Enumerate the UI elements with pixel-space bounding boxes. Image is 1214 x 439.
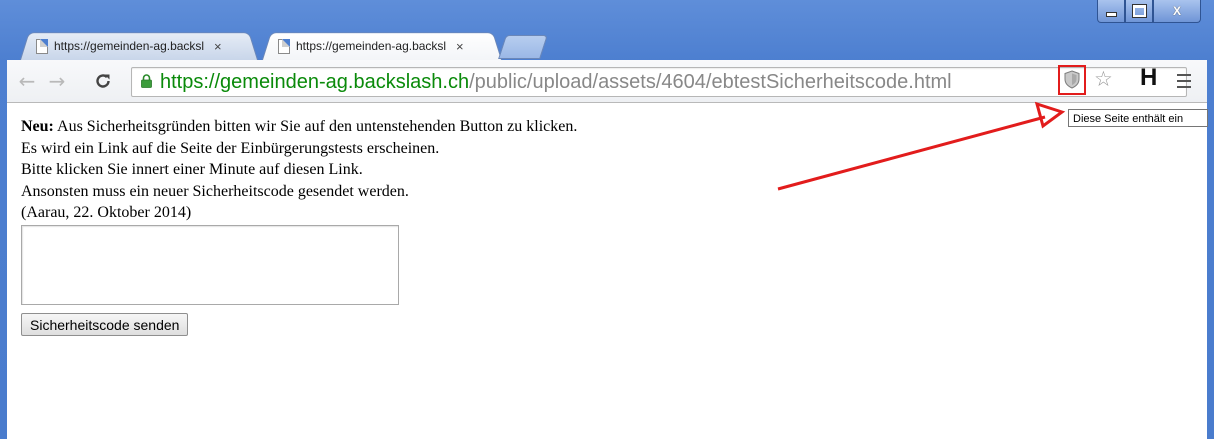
annotation-highlight-box — [1058, 65, 1086, 95]
lock-icon — [141, 74, 152, 88]
notice-line-1: Neu: Aus Sicherheitsgründen bitten wir S… — [21, 116, 921, 138]
tab-title: https://gemeinden-ag.backsl — [296, 39, 446, 53]
reload-icon — [94, 72, 112, 90]
notice-text: Aus Sicherheitsgründen bitten wir Sie au… — [54, 118, 577, 135]
extension-h-icon[interactable]: H — [1140, 64, 1157, 92]
tab-inactive[interactable]: https://gemeinden-ag.backsl × — [20, 30, 258, 60]
page-icon — [36, 39, 48, 54]
tab-title: https://gemeinden-ag.backsl — [54, 39, 204, 53]
url-host: gemeinden-ag.backslash.ch — [220, 71, 469, 93]
tab-close-icon[interactable]: × — [214, 39, 222, 54]
notice-line-2: Es wird ein Link auf die Seite der Einbü… — [21, 138, 921, 160]
send-security-code-button[interactable]: Sicherheitscode senden — [21, 313, 188, 336]
tooltip: Diese Seite enthält ein — [1068, 109, 1208, 127]
menu-icon[interactable] — [1177, 74, 1191, 92]
code-textarea[interactable] — [21, 225, 399, 305]
back-button[interactable]: ← — [15, 68, 39, 94]
notice-line-3: Bitte klicken Sie innert einer Minute au… — [21, 159, 921, 181]
notice-date: (Aarau, 22. Oktober 2014) — [21, 202, 921, 224]
reload-button[interactable] — [91, 68, 115, 94]
notice-label: Neu: — [21, 118, 54, 135]
title-bar: https://gemeinden-ag.backsl × https://ge… — [0, 0, 1214, 60]
page-icon — [278, 39, 290, 54]
url-scheme: https:// — [160, 71, 220, 93]
window-controls: X — [1097, 0, 1201, 23]
star-icon[interactable]: ☆ — [1094, 67, 1113, 91]
forward-icon: → — [49, 69, 66, 93]
close-window-button[interactable]: X — [1153, 0, 1201, 23]
url-path: /public/upload/assets/4604/ebtestSicherh… — [469, 71, 952, 93]
maximize-icon — [1133, 5, 1146, 17]
tab-active[interactable]: https://gemeinden-ag.backsl × — [262, 30, 502, 60]
page-body-text: Neu: Aus Sicherheitsgründen bitten wir S… — [21, 116, 921, 224]
forward-button[interactable]: → — [45, 68, 69, 94]
tab-close-icon[interactable]: × — [456, 39, 464, 54]
address-bar[interactable]: https://gemeinden-ag.backslash.ch/public… — [131, 67, 1187, 97]
url-text: https://gemeinden-ag.backslash.ch/public… — [160, 69, 952, 95]
maximize-button[interactable] — [1125, 0, 1153, 23]
back-icon: ← — [19, 69, 36, 93]
minimize-icon — [1106, 12, 1117, 17]
toolbar: ← → https://gemeinden-ag.backslash.ch/pu… — [7, 60, 1207, 103]
notice-line-4: Ansonsten muss ein neuer Sicherheitscode… — [21, 181, 921, 203]
close-icon: X — [1173, 4, 1181, 18]
new-tab-button[interactable] — [498, 35, 548, 59]
minimize-button[interactable] — [1097, 0, 1125, 23]
